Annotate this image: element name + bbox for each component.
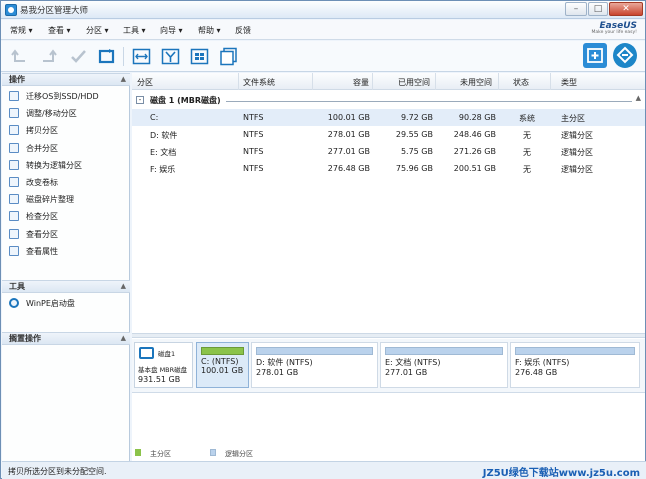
- disk-map: 磁盘1 基本盘 MBR磁盘 931.51 GB C: (NTFS) 100.01…: [132, 339, 645, 393]
- col-unused[interactable]: 未用空间: [460, 77, 492, 88]
- easeus-backup-icon[interactable]: [613, 43, 637, 68]
- maximize-button[interactable]: □: [588, 2, 608, 16]
- collapse-icon[interactable]: ▲: [121, 281, 126, 292]
- explore-icon: [9, 229, 19, 239]
- copy-partition-icon[interactable]: [219, 47, 238, 66]
- app-window: 易我分区管理大师 – □ ✕ 常规 ▾ 查看 ▾ 分区 ▾ 工具 ▾ 向导 ▾ …: [0, 0, 646, 479]
- app-logo-icon: [5, 4, 17, 16]
- col-filesystem[interactable]: 文件系统: [243, 77, 275, 88]
- partition-panel: 分区 文件系统 容量 已用空间 未用空间 状态 类型 - 磁盘 1 (MBR磁盘…: [132, 73, 645, 461]
- primary-swatch: [135, 449, 141, 456]
- usage-bar: [385, 347, 503, 355]
- title-bar: 易我分区管理大师 – □ ✕: [1, 1, 645, 19]
- op-check-partition[interactable]: 检查分区: [9, 210, 58, 225]
- menu-bar: 常规 ▾ 查看 ▾ 分区 ▾ 工具 ▾ 向导 ▾ 帮助 ▾ 反馈 EaseUS …: [1, 20, 645, 40]
- disk-group-row[interactable]: - 磁盘 1 (MBR磁盘) ▲: [132, 94, 645, 107]
- tools-header[interactable]: 工具 ▲: [2, 280, 130, 293]
- col-status[interactable]: 状态: [513, 77, 529, 88]
- minimize-button[interactable]: –: [565, 2, 587, 16]
- col-partition[interactable]: 分区: [137, 77, 153, 88]
- divider: [226, 101, 632, 102]
- merge-icon: [9, 143, 19, 153]
- menu-partition[interactable]: 分区 ▾: [86, 25, 109, 36]
- col-capacity[interactable]: 容量: [353, 77, 369, 88]
- table-row[interactable]: F: 娱乐 NTFS 276.48 GB 75.96 GB 200.51 GB …: [132, 160, 645, 177]
- disk-card[interactable]: 磁盘1 基本盘 MBR磁盘 931.51 GB: [134, 342, 193, 388]
- table-row[interactable]: E: 文档 NTFS 277.01 GB 5.75 GB 271.26 GB 无…: [132, 143, 645, 160]
- disk-label: 磁盘 1 (MBR磁盘): [150, 96, 221, 105]
- partition-block-d[interactable]: D: 软件 (NTFS) 278.01 GB: [251, 342, 378, 388]
- col-type[interactable]: 类型: [561, 77, 577, 88]
- op-change-label[interactable]: 改变卷标: [9, 176, 58, 191]
- table-header: 分区 文件系统 容量 已用空间 未用空间 状态 类型: [132, 73, 645, 90]
- op-convert-logical[interactable]: 转换为逻辑分区: [9, 159, 82, 174]
- op-merge-partition[interactable]: 合并分区: [9, 142, 58, 157]
- refresh-icon[interactable]: [97, 47, 116, 66]
- usage-bar: [201, 347, 244, 355]
- status-text: 拷贝所选分区到未分配空间.: [8, 467, 107, 476]
- collapse-icon[interactable]: ▲: [121, 333, 126, 344]
- merge-partition-icon[interactable]: [161, 47, 180, 66]
- collapse-icon[interactable]: ▲: [121, 74, 126, 85]
- easeus-logo: EaseUS Make your life easy!: [591, 21, 637, 35]
- sidebar: 操作 ▲ 迁移OS到SSD/HDD 调整/移动分区 拷贝分区 合并分区 转换为逻辑…: [2, 73, 130, 461]
- close-button[interactable]: ✕: [609, 2, 643, 16]
- partition-block-f[interactable]: F: 娱乐 (NTFS) 276.48 GB: [510, 342, 640, 388]
- collapse-toggle-icon[interactable]: -: [136, 96, 144, 104]
- legend: 主分区 逻辑分区: [132, 446, 645, 460]
- defrag-icon: [9, 194, 19, 204]
- copy-icon: [9, 125, 19, 135]
- op-defragment[interactable]: 磁盘碎片整理: [9, 193, 74, 208]
- op-properties[interactable]: 查看属性: [9, 245, 58, 260]
- panel-splitter[interactable]: [132, 333, 645, 338]
- watermark: JZ5U绿色下载站www.jz5u.com: [482, 468, 640, 479]
- menu-view[interactable]: 查看 ▾: [48, 25, 71, 36]
- tool-winpe[interactable]: WinPE启动盘: [9, 297, 75, 312]
- table-row[interactable]: C: NTFS 100.01 GB 9.72 GB 90.28 GB 系统 主分…: [132, 109, 645, 126]
- pending-ops-header[interactable]: 搁置操作 ▲: [2, 332, 130, 345]
- operations-header[interactable]: 操作 ▲: [2, 73, 130, 86]
- op-explore-partition[interactable]: 查看分区: [9, 228, 58, 243]
- partition-block-e[interactable]: E: 文档 (NTFS) 277.01 GB: [380, 342, 508, 388]
- add-partition-icon[interactable]: [583, 43, 607, 68]
- migrate-icon: [9, 91, 19, 101]
- status-bar: 拷贝所选分区到未分配空间. JZ5U绿色下载站www.jz5u.com: [2, 461, 646, 479]
- window-title: 易我分区管理大师: [20, 6, 89, 16]
- partition-block-c[interactable]: C: (NTFS) 100.01 GB: [196, 342, 249, 388]
- convert-icon: [9, 160, 19, 170]
- op-resize-move[interactable]: 调整/移动分区: [9, 107, 77, 122]
- menu-general[interactable]: 常规 ▾: [10, 25, 33, 36]
- toolbar-divider: [123, 47, 124, 66]
- table-row[interactable]: D: 软件 NTFS 278.01 GB 29.55 GB 248.46 GB …: [132, 126, 645, 143]
- menu-wizard[interactable]: 向导 ▾: [160, 25, 183, 36]
- apply-check-icon[interactable]: [69, 47, 88, 66]
- col-used[interactable]: 已用空间: [398, 77, 430, 88]
- usage-bar: [515, 347, 635, 355]
- disc-icon: [9, 298, 19, 308]
- op-copy-partition[interactable]: 拷贝分区: [9, 124, 58, 139]
- redo-icon[interactable]: [39, 47, 58, 66]
- resize-partition-icon[interactable]: [132, 47, 151, 66]
- usage-bar: [256, 347, 373, 355]
- resize-icon: [9, 108, 19, 118]
- menu-feedback[interactable]: 反馈: [235, 25, 251, 36]
- hard-disk-icon: [139, 347, 154, 359]
- undo-icon[interactable]: [10, 47, 29, 66]
- properties-icon: [9, 246, 19, 256]
- check-icon: [9, 211, 19, 221]
- logical-swatch: [210, 449, 216, 456]
- label-icon: [9, 177, 19, 187]
- collapse-icon[interactable]: ▲: [636, 94, 641, 102]
- windows-partition-icon[interactable]: [190, 47, 209, 66]
- menu-tools[interactable]: 工具 ▾: [123, 25, 146, 36]
- menu-help[interactable]: 帮助 ▾: [198, 25, 221, 36]
- toolbar: [1, 41, 645, 72]
- op-migrate-os[interactable]: 迁移OS到SSD/HDD: [9, 90, 99, 105]
